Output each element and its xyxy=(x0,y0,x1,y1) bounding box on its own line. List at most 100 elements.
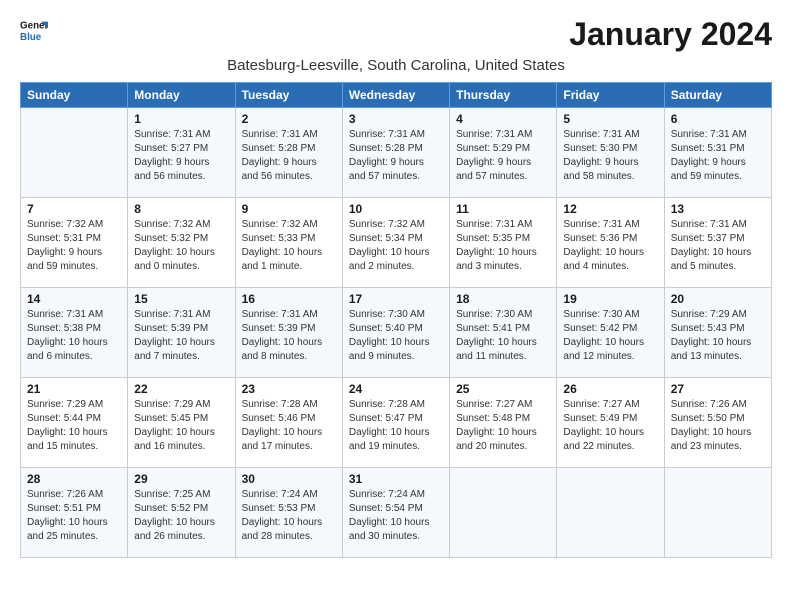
day-number: 15 xyxy=(134,292,228,306)
calendar-week-row: 28 Sunrise: 7:26 AMSunset: 5:51 PMDaylig… xyxy=(21,468,772,558)
calendar-week-row: 7 Sunrise: 7:32 AMSunset: 5:31 PMDayligh… xyxy=(21,198,772,288)
table-row xyxy=(21,108,128,198)
day-number: 31 xyxy=(349,472,443,486)
table-row: 9 Sunrise: 7:32 AMSunset: 5:33 PMDayligh… xyxy=(235,198,342,288)
day-info: Sunrise: 7:31 AMSunset: 5:27 PMDaylight:… xyxy=(134,128,228,184)
table-row: 26 Sunrise: 7:27 AMSunset: 5:49 PMDaylig… xyxy=(557,378,664,468)
day-info: Sunrise: 7:25 AMSunset: 5:52 PMDaylight:… xyxy=(134,488,228,544)
table-row: 10 Sunrise: 7:32 AMSunset: 5:34 PMDaylig… xyxy=(342,198,449,288)
table-row: 14 Sunrise: 7:31 AMSunset: 5:38 PMDaylig… xyxy=(21,288,128,378)
day-info: Sunrise: 7:31 AMSunset: 5:28 PMDaylight:… xyxy=(242,128,336,184)
day-info: Sunrise: 7:30 AMSunset: 5:42 PMDaylight:… xyxy=(563,308,657,364)
day-info: Sunrise: 7:31 AMSunset: 5:30 PMDaylight:… xyxy=(563,128,657,184)
day-info: Sunrise: 7:32 AMSunset: 5:31 PMDaylight:… xyxy=(27,218,121,274)
table-row: 29 Sunrise: 7:25 AMSunset: 5:52 PMDaylig… xyxy=(128,468,235,558)
header-sunday: Sunday xyxy=(21,83,128,108)
table-row: 23 Sunrise: 7:28 AMSunset: 5:46 PMDaylig… xyxy=(235,378,342,468)
day-info: Sunrise: 7:28 AMSunset: 5:47 PMDaylight:… xyxy=(349,398,443,454)
table-row: 3 Sunrise: 7:31 AMSunset: 5:28 PMDayligh… xyxy=(342,108,449,198)
day-info: Sunrise: 7:30 AMSunset: 5:40 PMDaylight:… xyxy=(349,308,443,364)
table-row: 8 Sunrise: 7:32 AMSunset: 5:32 PMDayligh… xyxy=(128,198,235,288)
day-info: Sunrise: 7:27 AMSunset: 5:49 PMDaylight:… xyxy=(563,398,657,454)
day-number: 11 xyxy=(456,202,550,216)
weekday-header-row: Sunday Monday Tuesday Wednesday Thursday… xyxy=(21,83,772,108)
table-row: 5 Sunrise: 7:31 AMSunset: 5:30 PMDayligh… xyxy=(557,108,664,198)
day-number: 3 xyxy=(349,112,443,126)
day-info: Sunrise: 7:31 AMSunset: 5:38 PMDaylight:… xyxy=(27,308,121,364)
day-info: Sunrise: 7:26 AMSunset: 5:50 PMDaylight:… xyxy=(671,398,765,454)
table-row: 7 Sunrise: 7:32 AMSunset: 5:31 PMDayligh… xyxy=(21,198,128,288)
table-row xyxy=(450,468,557,558)
table-row: 11 Sunrise: 7:31 AMSunset: 5:35 PMDaylig… xyxy=(450,198,557,288)
table-row: 16 Sunrise: 7:31 AMSunset: 5:39 PMDaylig… xyxy=(235,288,342,378)
day-info: Sunrise: 7:31 AMSunset: 5:39 PMDaylight:… xyxy=(242,308,336,364)
table-row: 4 Sunrise: 7:31 AMSunset: 5:29 PMDayligh… xyxy=(450,108,557,198)
day-info: Sunrise: 7:30 AMSunset: 5:41 PMDaylight:… xyxy=(456,308,550,364)
table-row: 6 Sunrise: 7:31 AMSunset: 5:31 PMDayligh… xyxy=(664,108,771,198)
day-number: 13 xyxy=(671,202,765,216)
day-number: 26 xyxy=(563,382,657,396)
day-info: Sunrise: 7:31 AMSunset: 5:36 PMDaylight:… xyxy=(563,218,657,274)
day-number: 4 xyxy=(456,112,550,126)
month-title: January 2024 xyxy=(569,16,772,53)
day-info: Sunrise: 7:27 AMSunset: 5:48 PMDaylight:… xyxy=(456,398,550,454)
table-row: 27 Sunrise: 7:26 AMSunset: 5:50 PMDaylig… xyxy=(664,378,771,468)
day-info: Sunrise: 7:29 AMSunset: 5:45 PMDaylight:… xyxy=(134,398,228,454)
day-info: Sunrise: 7:31 AMSunset: 5:29 PMDaylight:… xyxy=(456,128,550,184)
table-row xyxy=(557,468,664,558)
day-number: 16 xyxy=(242,292,336,306)
table-row: 1 Sunrise: 7:31 AMSunset: 5:27 PMDayligh… xyxy=(128,108,235,198)
header-saturday: Saturday xyxy=(664,83,771,108)
day-info: Sunrise: 7:29 AMSunset: 5:43 PMDaylight:… xyxy=(671,308,765,364)
table-row: 19 Sunrise: 7:30 AMSunset: 5:42 PMDaylig… xyxy=(557,288,664,378)
day-number: 27 xyxy=(671,382,765,396)
day-number: 20 xyxy=(671,292,765,306)
table-row: 12 Sunrise: 7:31 AMSunset: 5:36 PMDaylig… xyxy=(557,198,664,288)
table-row: 28 Sunrise: 7:26 AMSunset: 5:51 PMDaylig… xyxy=(21,468,128,558)
day-number: 24 xyxy=(349,382,443,396)
table-row: 24 Sunrise: 7:28 AMSunset: 5:47 PMDaylig… xyxy=(342,378,449,468)
day-number: 1 xyxy=(134,112,228,126)
day-number: 9 xyxy=(242,202,336,216)
day-info: Sunrise: 7:31 AMSunset: 5:39 PMDaylight:… xyxy=(134,308,228,364)
table-row xyxy=(664,468,771,558)
day-info: Sunrise: 7:32 AMSunset: 5:34 PMDaylight:… xyxy=(349,218,443,274)
day-info: Sunrise: 7:32 AMSunset: 5:32 PMDaylight:… xyxy=(134,218,228,274)
location-title: Batesburg-Leesville, South Carolina, Uni… xyxy=(20,57,772,74)
title-area: January 2024 xyxy=(569,16,772,53)
table-row: 22 Sunrise: 7:29 AMSunset: 5:45 PMDaylig… xyxy=(128,378,235,468)
day-number: 21 xyxy=(27,382,121,396)
day-info: Sunrise: 7:31 AMSunset: 5:35 PMDaylight:… xyxy=(456,218,550,274)
svg-text:Blue: Blue xyxy=(20,32,42,43)
calendar-table: Sunday Monday Tuesday Wednesday Thursday… xyxy=(20,82,772,558)
day-info: Sunrise: 7:26 AMSunset: 5:51 PMDaylight:… xyxy=(27,488,121,544)
header-tuesday: Tuesday xyxy=(235,83,342,108)
day-info: Sunrise: 7:32 AMSunset: 5:33 PMDaylight:… xyxy=(242,218,336,274)
table-row: 25 Sunrise: 7:27 AMSunset: 5:48 PMDaylig… xyxy=(450,378,557,468)
day-number: 6 xyxy=(671,112,765,126)
table-row: 31 Sunrise: 7:24 AMSunset: 5:54 PMDaylig… xyxy=(342,468,449,558)
day-number: 7 xyxy=(27,202,121,216)
day-info: Sunrise: 7:28 AMSunset: 5:46 PMDaylight:… xyxy=(242,398,336,454)
table-row: 17 Sunrise: 7:30 AMSunset: 5:40 PMDaylig… xyxy=(342,288,449,378)
day-number: 25 xyxy=(456,382,550,396)
day-number: 18 xyxy=(456,292,550,306)
day-number: 28 xyxy=(27,472,121,486)
calendar-week-row: 14 Sunrise: 7:31 AMSunset: 5:38 PMDaylig… xyxy=(21,288,772,378)
day-number: 22 xyxy=(134,382,228,396)
header-thursday: Thursday xyxy=(450,83,557,108)
header-friday: Friday xyxy=(557,83,664,108)
table-row: 20 Sunrise: 7:29 AMSunset: 5:43 PMDaylig… xyxy=(664,288,771,378)
day-info: Sunrise: 7:24 AMSunset: 5:53 PMDaylight:… xyxy=(242,488,336,544)
day-number: 19 xyxy=(563,292,657,306)
day-info: Sunrise: 7:29 AMSunset: 5:44 PMDaylight:… xyxy=(27,398,121,454)
day-number: 29 xyxy=(134,472,228,486)
day-number: 8 xyxy=(134,202,228,216)
table-row: 21 Sunrise: 7:29 AMSunset: 5:44 PMDaylig… xyxy=(21,378,128,468)
day-info: Sunrise: 7:31 AMSunset: 5:37 PMDaylight:… xyxy=(671,218,765,274)
day-number: 10 xyxy=(349,202,443,216)
table-row: 18 Sunrise: 7:30 AMSunset: 5:41 PMDaylig… xyxy=(450,288,557,378)
table-row: 13 Sunrise: 7:31 AMSunset: 5:37 PMDaylig… xyxy=(664,198,771,288)
header-monday: Monday xyxy=(128,83,235,108)
day-number: 30 xyxy=(242,472,336,486)
